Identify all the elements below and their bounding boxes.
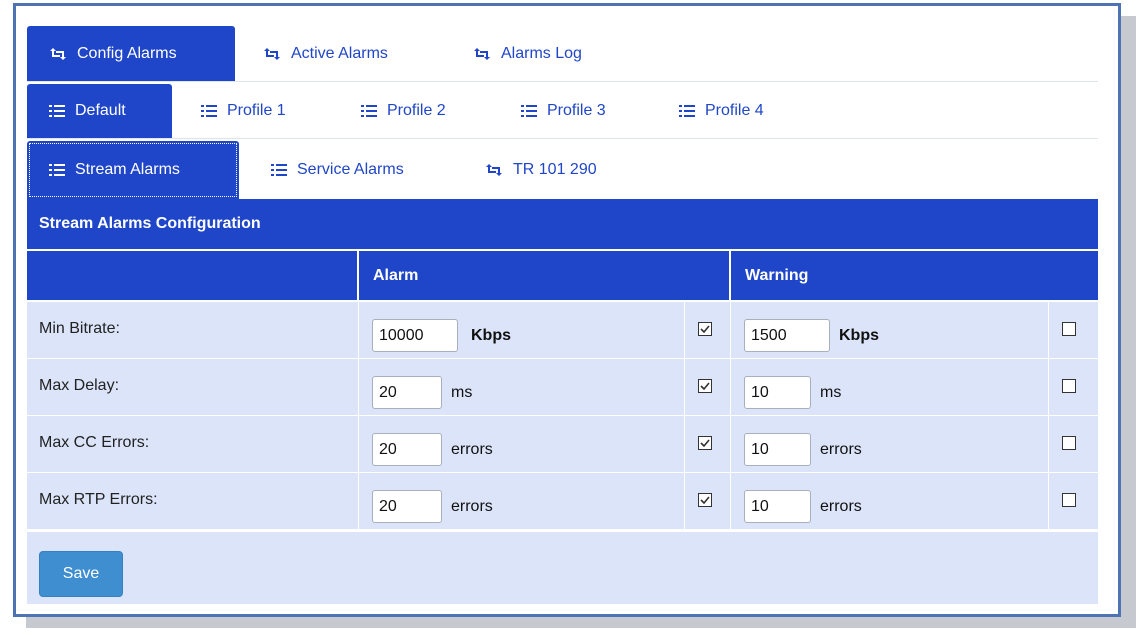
warning-enabled-checkbox[interactable] xyxy=(1062,436,1076,450)
alarm-value-input[interactable]: 10000 xyxy=(372,319,458,352)
main-tab-bar: Config Alarms Active Alarms Alarms Log xyxy=(27,26,1098,82)
list-icon xyxy=(361,104,377,118)
warning-enabled-checkbox[interactable] xyxy=(1062,493,1076,507)
alarm-check-cell xyxy=(685,416,731,472)
tab-label: Active Alarms xyxy=(291,44,388,62)
check-icon xyxy=(700,382,710,390)
row-label: Min Bitrate: xyxy=(39,320,120,337)
alarm-value-cell: 20 errors xyxy=(359,416,685,472)
retweet-icon xyxy=(485,163,503,177)
alarm-enabled-checkbox[interactable] xyxy=(698,322,712,336)
warning-check-cell xyxy=(1049,302,1098,358)
alarm-value-cell: 20 errors xyxy=(359,473,685,529)
alarm-check-cell xyxy=(685,359,731,415)
tab-label: Default xyxy=(75,102,126,119)
column-header-label xyxy=(27,251,358,300)
column-header-alarm: Alarm xyxy=(359,251,730,300)
alarm-unit: ms xyxy=(451,384,473,401)
save-button[interactable]: Save xyxy=(39,551,123,597)
retweet-icon xyxy=(263,47,281,61)
tab-service-alarms[interactable]: Service Alarms xyxy=(249,141,449,199)
tab-label: Profile 3 xyxy=(547,102,606,119)
tab-label: TR 101 290 xyxy=(513,161,597,178)
warning-value-input[interactable]: 1500 xyxy=(744,319,830,352)
alarm-unit: errors xyxy=(451,441,493,458)
alarm-value-cell: 20 ms xyxy=(359,359,685,415)
row-label: Max RTP Errors: xyxy=(39,491,158,508)
list-icon xyxy=(49,104,65,118)
alarm-enabled-checkbox[interactable] xyxy=(698,493,712,507)
tab-stream-alarms[interactable]: Stream Alarms xyxy=(27,141,239,199)
warning-value-input[interactable]: 10 xyxy=(744,433,811,466)
column-header-warning: Warning xyxy=(731,251,1098,300)
warning-value-cell: 10 errors xyxy=(731,473,1049,529)
check-icon xyxy=(700,325,710,333)
retweet-icon xyxy=(473,47,491,61)
list-icon xyxy=(271,163,287,177)
list-icon xyxy=(49,163,65,177)
warning-check-cell xyxy=(1049,473,1098,529)
check-icon xyxy=(700,496,710,504)
table-row-min-bitrate: Min Bitrate: 10000 Kbps 1500 Kbps xyxy=(27,302,1098,358)
alarm-value-input[interactable]: 20 xyxy=(372,433,442,466)
warning-value-input[interactable]: 10 xyxy=(744,490,811,523)
warning-value-cell: 1500 Kbps xyxy=(731,302,1049,358)
warning-unit: ms xyxy=(820,384,842,401)
table-row-max-delay: Max Delay: 20 ms 10 ms xyxy=(27,359,1098,415)
row-label-cell: Min Bitrate: xyxy=(27,302,359,358)
tab-profile-2[interactable]: Profile 2 xyxy=(339,84,489,138)
alarm-type-tab-bar: Stream Alarms Service Alarms TR 101 290 xyxy=(27,141,1098,199)
tab-default[interactable]: Default xyxy=(27,84,172,138)
list-icon xyxy=(201,104,217,118)
alarm-enabled-checkbox[interactable] xyxy=(698,436,712,450)
warning-check-cell xyxy=(1049,416,1098,472)
table-row-max-rtp-errors: Max RTP Errors: 20 errors 10 errors xyxy=(27,473,1098,529)
table-row-max-cc-errors: Max CC Errors: 20 errors 10 errors xyxy=(27,416,1098,472)
alarm-value-cell: 10000 Kbps xyxy=(359,302,685,358)
tab-label: Alarms Log xyxy=(501,44,582,62)
tab-config-alarms[interactable]: Config Alarms xyxy=(27,26,235,81)
alarm-check-cell xyxy=(685,473,731,529)
panel-footer: Save xyxy=(27,532,1098,604)
profile-tab-bar: Default Profile 1 Profile 2 Profile 3 Pr… xyxy=(27,84,1098,139)
alarm-value-input[interactable]: 20 xyxy=(372,490,442,523)
tab-profile-1[interactable]: Profile 1 xyxy=(179,84,329,138)
tab-label: Profile 4 xyxy=(705,102,764,119)
tab-label: Profile 1 xyxy=(227,102,286,119)
tab-profile-4[interactable]: Profile 4 xyxy=(657,84,807,138)
list-icon xyxy=(679,104,695,118)
list-icon xyxy=(521,104,537,118)
alarm-check-cell xyxy=(685,302,731,358)
tab-label: Service Alarms xyxy=(297,161,404,178)
alarm-unit: Kbps xyxy=(471,327,511,344)
warning-check-cell xyxy=(1049,359,1098,415)
tab-active-alarms[interactable]: Active Alarms xyxy=(241,26,441,81)
tab-label: Config Alarms xyxy=(77,44,177,62)
warning-unit: Kbps xyxy=(839,327,879,344)
retweet-icon xyxy=(49,47,67,61)
warning-enabled-checkbox[interactable] xyxy=(1062,379,1076,393)
tab-alarms-log[interactable]: Alarms Log xyxy=(451,26,621,81)
warning-enabled-checkbox[interactable] xyxy=(1062,322,1076,336)
alarm-unit: errors xyxy=(451,498,493,515)
warning-unit: errors xyxy=(820,441,862,458)
row-label-cell: Max RTP Errors: xyxy=(27,473,359,529)
row-label-cell: Max CC Errors: xyxy=(27,416,359,472)
alarm-enabled-checkbox[interactable] xyxy=(698,379,712,393)
warning-value-cell: 10 ms xyxy=(731,359,1049,415)
row-label: Max CC Errors: xyxy=(39,434,150,451)
tab-label: Profile 2 xyxy=(387,102,446,119)
row-label-cell: Max Delay: xyxy=(27,359,359,415)
tab-profile-3[interactable]: Profile 3 xyxy=(499,84,649,138)
warning-value-input[interactable]: 10 xyxy=(744,376,811,409)
check-icon xyxy=(700,439,710,447)
alarm-value-input[interactable]: 20 xyxy=(372,376,442,409)
warning-unit: errors xyxy=(820,498,862,515)
tab-tr-101-290[interactable]: TR 101 290 xyxy=(463,141,633,199)
tab-label: Stream Alarms xyxy=(75,161,180,178)
warning-value-cell: 10 errors xyxy=(731,416,1049,472)
panel-title: Stream Alarms Configuration xyxy=(27,199,1098,249)
row-label: Max Delay: xyxy=(39,377,120,394)
